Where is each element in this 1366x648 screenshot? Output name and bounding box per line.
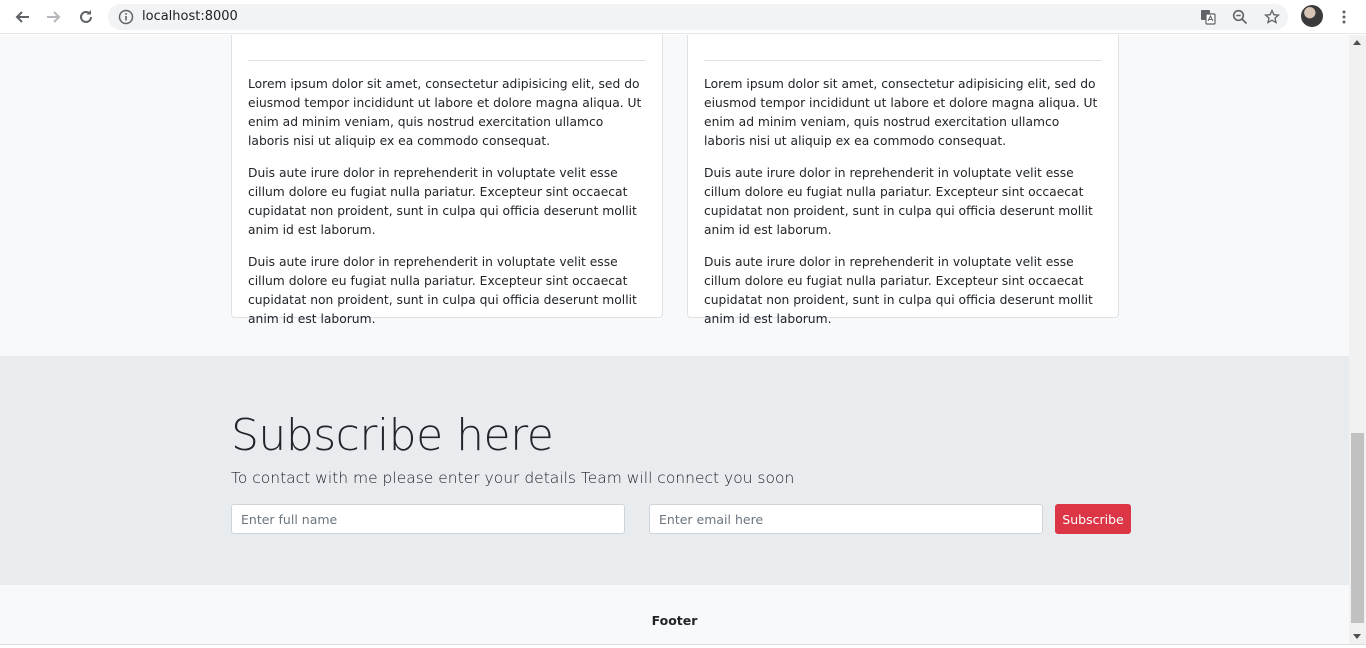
footer-text: Footer	[651, 613, 698, 628]
email-input[interactable]	[649, 504, 1043, 534]
subscribe-button[interactable]: Subscribe	[1055, 504, 1131, 534]
arrow-left-icon	[15, 11, 29, 23]
window-bottom-edge	[0, 644, 1366, 648]
card-body: Lorem ipsum dolor sit amet, consectetur …	[248, 75, 646, 342]
content-card: Lorem ipsum dolor sit amet, consectetur …	[687, 35, 1119, 326]
reload-icon	[80, 10, 92, 23]
card-body: Lorem ipsum dolor sit amet, consectetur …	[704, 75, 1102, 342]
reload-button[interactable]	[74, 5, 98, 29]
card-paragraph: Duis aute irure dolor in reprehenderit i…	[248, 255, 637, 326]
page-scrollbar[interactable]	[1349, 35, 1366, 644]
translate-icon	[1201, 10, 1216, 25]
scroll-up-arrow[interactable]	[1353, 40, 1361, 45]
card-paragraph: Lorem ipsum dolor sit amet, consectetur …	[248, 77, 642, 148]
subscribe-lead: To contact with me please enter your det…	[231, 469, 795, 487]
subscribe-title: Subscribe here	[231, 410, 554, 461]
bookmark-button[interactable]	[1260, 5, 1284, 29]
card-paragraph: Duis aute irure dolor in reprehenderit i…	[248, 166, 637, 237]
back-button[interactable]	[10, 5, 34, 29]
info-icon[interactable]	[118, 9, 134, 25]
card-paragraph: Duis aute irure dolor in reprehenderit i…	[704, 255, 1093, 326]
subscribe-section: Subscribe here To contact with me please…	[0, 356, 1349, 585]
browser-menu-button[interactable]	[1332, 5, 1356, 29]
scroll-down-arrow[interactable]	[1353, 634, 1361, 639]
full-name-input[interactable]	[231, 504, 625, 534]
card-header	[248, 35, 646, 61]
scroll-thumb[interactable]	[1351, 433, 1364, 623]
forward-button[interactable]	[42, 5, 66, 29]
zoom-button[interactable]	[1228, 5, 1252, 29]
address-bar-url[interactable]: localhost:8000	[142, 9, 238, 24]
page-footer: Footer	[0, 585, 1349, 644]
kebab-menu-icon	[1342, 10, 1346, 24]
arrow-right-icon	[47, 11, 61, 23]
star-icon	[1264, 9, 1280, 24]
card-paragraph: Lorem ipsum dolor sit amet, consectetur …	[704, 77, 1098, 148]
address-bar[interactable]: localhost:8000	[108, 4, 1288, 30]
profile-avatar[interactable]	[1301, 5, 1323, 27]
page-viewport: Lorem ipsum dolor sit amet, consectetur …	[0, 35, 1349, 644]
zoom-icon	[1232, 9, 1248, 25]
browser-toolbar: localhost:8000	[0, 0, 1366, 34]
content-card: Lorem ipsum dolor sit amet, consectetur …	[231, 35, 663, 326]
card-header	[704, 35, 1102, 61]
card-paragraph: Duis aute irure dolor in reprehenderit i…	[704, 166, 1093, 237]
translate-button[interactable]	[1196, 5, 1220, 29]
